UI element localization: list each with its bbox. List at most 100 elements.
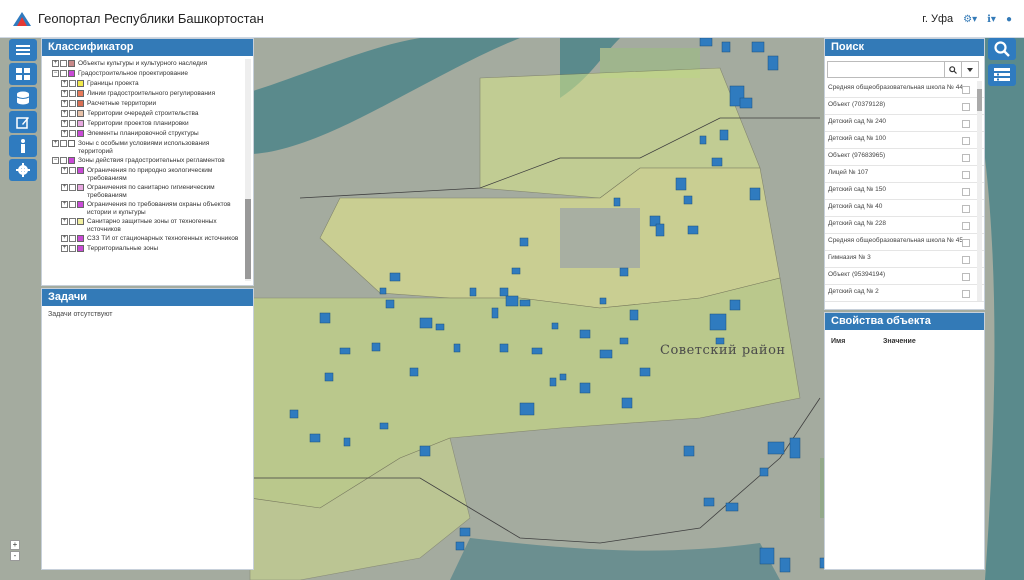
search-result-item[interactable]: Детский сад № 40 — [825, 200, 984, 217]
expand-toggle[interactable]: + — [61, 130, 68, 137]
search-input[interactable] — [827, 61, 945, 78]
edit-button[interactable] — [9, 111, 37, 133]
expand-toggle[interactable]: + — [61, 167, 68, 174]
classifier-item[interactable]: + Зоны с особыми условиями использования … — [42, 139, 253, 156]
visibility-checkbox[interactable] — [69, 110, 76, 117]
info-icon[interactable]: ℹ▾ — [987, 14, 996, 25]
search-result-item[interactable]: Средняя общеобразовательная школа № 45 — [825, 234, 984, 251]
search-result-item[interactable]: Гимназия № 3 — [825, 251, 984, 268]
search-options-button[interactable] — [962, 61, 979, 78]
classifier-item[interactable]: + Расчетные территории — [42, 99, 253, 109]
classifier-item[interactable]: + Линии градостроительного регулирования — [42, 89, 253, 99]
classifier-item[interactable]: + Ограничения по природно экологическим т… — [42, 166, 253, 183]
visibility-checkbox[interactable] — [60, 60, 67, 67]
search-submit-button[interactable] — [945, 61, 962, 78]
expand-toggle[interactable]: + — [61, 235, 68, 242]
search-results[interactable]: Средняя общеобразовательная школа № 44 Об… — [825, 81, 984, 303]
external-link-icon[interactable] — [962, 86, 970, 94]
zoom-out-button[interactable]: - — [10, 551, 20, 561]
search-result-item[interactable]: Детский сад № 2 — [825, 285, 984, 302]
external-link-icon[interactable] — [962, 222, 970, 230]
gears-icon[interactable]: ⚙▾ — [963, 14, 977, 25]
expand-toggle[interactable]: + — [61, 100, 68, 107]
classifier-item[interactable]: + Санитарно защитные зоны от техногенных … — [42, 217, 253, 234]
expand-toggle[interactable]: + — [61, 80, 68, 87]
visibility-checkbox[interactable] — [69, 218, 76, 225]
classifier-item[interactable]: − Зоны действия градостроительных регламе… — [42, 156, 253, 166]
settings-button[interactable] — [9, 159, 37, 181]
city-selector[interactable]: г. Уфа — [922, 13, 953, 25]
search-result-item[interactable]: Объект (97683965) — [825, 149, 984, 166]
scrollbar-thumb[interactable] — [977, 89, 982, 111]
visibility-checkbox[interactable] — [69, 235, 76, 242]
classifier-item[interactable]: − Градостроительное проектирование — [42, 69, 253, 79]
expand-toggle[interactable]: + — [61, 110, 68, 117]
visibility-checkbox[interactable] — [69, 100, 76, 107]
visibility-checkbox[interactable] — [60, 140, 67, 147]
external-link-icon[interactable] — [962, 256, 970, 264]
external-link-icon[interactable] — [962, 290, 970, 298]
classifier-item[interactable]: + Ограничения по санитарно гигиеническим … — [42, 183, 253, 200]
layers-toggle-button[interactable] — [988, 64, 1016, 86]
classifier-item[interactable]: + СЗЗ ТИ от стационарных техногенных исто… — [42, 234, 253, 244]
visibility-checkbox[interactable] — [69, 130, 76, 137]
search-result-item[interactable]: Объект (95394194) — [825, 268, 984, 285]
search-result-item[interactable]: Средняя общеобразовательная школа № 44 — [825, 81, 984, 98]
visibility-checkbox[interactable] — [60, 157, 67, 164]
external-link-icon[interactable] — [962, 103, 970, 111]
visibility-checkbox[interactable] — [69, 90, 76, 97]
classifier-scrollbar[interactable] — [245, 59, 251, 281]
user-icon[interactable]: ● — [1006, 14, 1012, 25]
visibility-checkbox[interactable] — [60, 70, 67, 77]
search-result-label: Гимназия № 3 — [828, 254, 871, 261]
grid-button[interactable] — [9, 63, 37, 85]
external-link-icon[interactable] — [962, 273, 970, 281]
visibility-checkbox[interactable] — [69, 167, 76, 174]
scrollbar-thumb[interactable] — [245, 199, 251, 279]
search-result-item[interactable]: Детский сад № 240 — [825, 115, 984, 132]
classifier-item-controls: + — [61, 119, 84, 127]
expand-toggle[interactable]: + — [52, 140, 59, 147]
expand-toggle[interactable]: − — [52, 70, 59, 77]
visibility-checkbox[interactable] — [69, 120, 76, 127]
menu-button[interactable] — [9, 39, 37, 61]
visibility-checkbox[interactable] — [69, 80, 76, 87]
expand-toggle[interactable]: + — [61, 120, 68, 127]
classifier-item[interactable]: + Объекты культуры и культурного наследия — [42, 59, 253, 69]
external-link-icon[interactable] — [962, 205, 970, 213]
search-result-item[interactable]: Детский сад № 150 — [825, 183, 984, 200]
classifier-item[interactable]: + Территории проектов планировки — [42, 119, 253, 129]
classifier-item[interactable]: + Территории очередей строительства — [42, 109, 253, 119]
classifier-item[interactable]: + Ограничения по требованиям охраны объек… — [42, 200, 253, 217]
classifier-item-controls: + — [61, 89, 84, 97]
expand-toggle[interactable]: + — [61, 245, 68, 252]
expand-toggle[interactable]: + — [52, 60, 59, 67]
classifier-item[interactable]: + Элементы планировочной структуры — [42, 129, 253, 139]
external-link-icon[interactable] — [962, 188, 970, 196]
external-link-icon[interactable] — [962, 120, 970, 128]
search-result-item[interactable]: Детский сад № 228 — [825, 217, 984, 234]
external-link-icon[interactable] — [962, 171, 970, 179]
search-result-item[interactable]: Детский сад № 100 — [825, 132, 984, 149]
expand-toggle[interactable]: − — [52, 157, 59, 164]
search-result-item[interactable]: Лицей № 107 — [825, 166, 984, 183]
results-scrollbar[interactable] — [977, 81, 982, 301]
external-link-icon[interactable] — [962, 239, 970, 247]
visibility-checkbox[interactable] — [69, 184, 76, 191]
info-button[interactable] — [9, 135, 37, 157]
visibility-checkbox[interactable] — [69, 245, 76, 252]
external-link-icon[interactable] — [962, 154, 970, 162]
expand-toggle[interactable]: + — [61, 201, 68, 208]
search-toggle-button[interactable] — [988, 38, 1016, 60]
visibility-checkbox[interactable] — [69, 201, 76, 208]
external-link-icon[interactable] — [962, 137, 970, 145]
expand-toggle[interactable]: + — [61, 218, 68, 225]
search-result-item[interactable]: Объект (70379128) — [825, 98, 984, 115]
classifier-item[interactable]: + Границы проекта — [42, 79, 253, 89]
classifier-item[interactable]: + Территориальные зоны — [42, 244, 253, 254]
expand-toggle[interactable]: + — [61, 90, 68, 97]
database-button[interactable] — [9, 87, 37, 109]
zoom-in-button[interactable]: + — [10, 540, 20, 550]
classifier-tree[interactable]: + Объекты культуры и культурного наследия… — [42, 56, 253, 285]
expand-toggle[interactable]: + — [61, 184, 68, 191]
